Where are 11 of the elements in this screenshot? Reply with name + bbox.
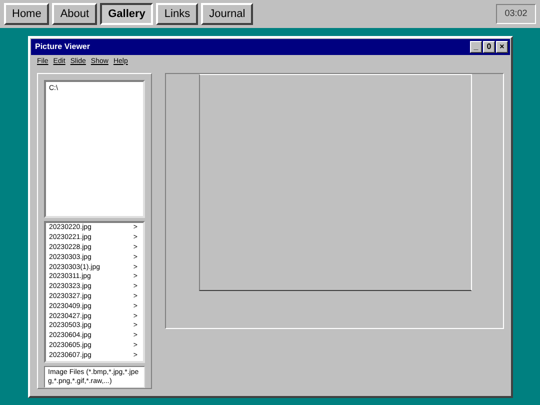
nav-tab[interactable]: Gallery xyxy=(100,3,154,25)
close-button[interactable]: × xyxy=(496,41,508,53)
nav-tab[interactable]: About xyxy=(52,3,98,25)
window-title: Picture Viewer xyxy=(35,41,90,53)
minimize-button[interactable]: _ xyxy=(470,41,482,53)
clock: 03:02 xyxy=(496,4,536,24)
nav-tab[interactable]: Links xyxy=(156,3,198,25)
nav-tab[interactable]: Journal xyxy=(201,3,254,25)
file-list[interactable] xyxy=(44,221,145,363)
nav-tab[interactable]: Home xyxy=(4,3,50,25)
maximize-button[interactable]: 0 xyxy=(483,41,495,53)
